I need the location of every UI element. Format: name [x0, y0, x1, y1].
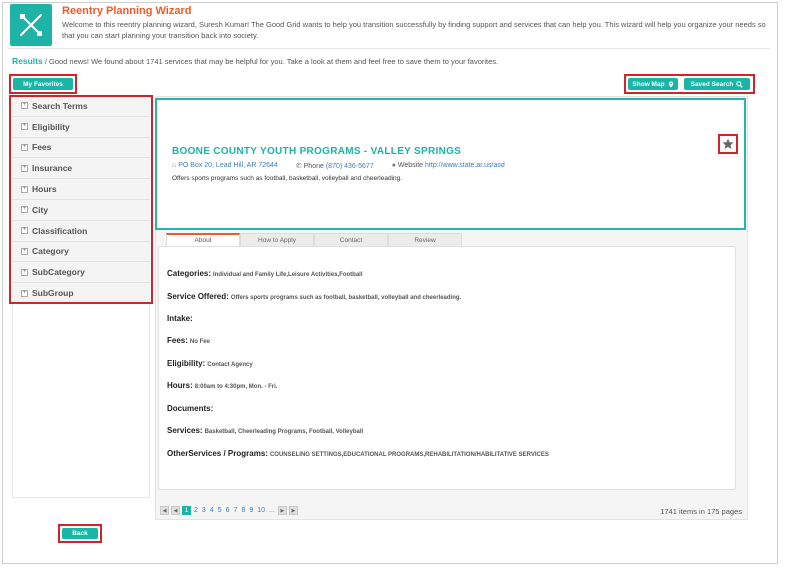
tab-how-to-apply[interactable]: How to Apply — [240, 233, 314, 246]
program-contact: ⌂ PO Box 20, Lead Hill, AR 72644 ✆ Phone… — [172, 162, 505, 170]
program-address[interactable]: PO Box 20, Lead Hill, AR 72644 — [178, 162, 278, 169]
field-value: 8:00am to 4:30pm, Mon. - Fri. — [194, 384, 278, 390]
field-label: Intake: — [167, 314, 193, 323]
intake-row: Intake: — [167, 314, 193, 323]
phone-label: Phone — [303, 163, 324, 170]
categories-row: Categories: Individual and Family Life,Le… — [167, 269, 363, 278]
program-card: BOONE COUNTY YOUTH PROGRAMS - VALLEY SPR… — [155, 98, 746, 230]
pager-info: 1741 items in 175 pages — [660, 507, 742, 516]
fees-row: Fees: No Fee — [167, 336, 210, 345]
phone-icon: ✆ — [295, 163, 302, 170]
details-panel: Categories: Individual and Family Life,Le… — [158, 246, 736, 490]
program-website[interactable]: http://www.state.ar.us/asd — [425, 162, 505, 169]
page-link[interactable]: 3 — [201, 507, 207, 514]
page-link[interactable]: 6 — [225, 507, 231, 514]
first-page-button[interactable]: ◀ — [160, 506, 169, 515]
wizard-description: Welcome to this reentry planning wizard,… — [62, 20, 766, 40]
field-value: Basketball, Cheerleading Programs, Footb… — [204, 429, 364, 435]
website-group: ● Website http://www.state.ar.us/asd — [392, 162, 505, 170]
results-label: Results — [12, 56, 43, 66]
pagination: ◀ ◀ 1 2 3 4 5 6 7 8 9 10 ... ▶ ▶ — [160, 506, 298, 515]
field-value: No Fee — [189, 339, 210, 345]
field-value: COUNSELING SETTINGS,EDUCATIONAL PROGRAMS… — [269, 452, 549, 458]
highlight-box — [58, 524, 102, 543]
program-phone[interactable]: (870) 436-5677 — [326, 163, 374, 170]
phone-group: ✆ Phone (870) 436-5677 — [296, 162, 374, 170]
field-label: Eligibility: — [167, 359, 206, 368]
home-icon: ⌂ — [172, 162, 177, 169]
other-services-row: OtherServices / Programs: COUNSELING SETT… — [167, 449, 549, 458]
field-value: Offers sports programs such as football,… — [230, 295, 462, 301]
favorite-star-button[interactable] — [718, 134, 738, 154]
hours-row: Hours: 8:00am to 4:30pm, Mon. - Fri. — [167, 381, 277, 390]
field-label: OtherServices / Programs: — [167, 449, 268, 458]
more-pages-link[interactable]: ... — [268, 507, 276, 514]
next-page-button[interactable]: ▶ — [277, 506, 287, 515]
page-link[interactable]: 2 — [193, 507, 199, 514]
page-link[interactable]: 10 — [256, 507, 266, 514]
page-link[interactable]: 8 — [240, 507, 246, 514]
globe-icon: ● — [391, 162, 396, 169]
tab-about[interactable]: About — [166, 233, 240, 246]
eligibility-row: Eligibility: Contact Agency — [167, 359, 253, 368]
results-summary: Results / Good news! We found about 1741… — [12, 56, 498, 66]
highlight-box — [9, 95, 153, 304]
header-divider — [8, 48, 770, 49]
page-link[interactable]: 9 — [248, 507, 254, 514]
tab-contact[interactable]: Contact — [314, 233, 388, 246]
field-value: Individual and Family Life,Leisure Activ… — [213, 272, 363, 278]
prev-page-button[interactable]: ◀ — [171, 506, 180, 515]
page-link[interactable]: 5 — [217, 507, 223, 514]
star-icon — [722, 138, 734, 149]
field-label: Hours: — [167, 381, 193, 390]
field-value: Contact Agency — [207, 362, 253, 368]
field-label: Services: — [167, 426, 203, 435]
app-logo — [10, 4, 52, 46]
documents-row: Documents: — [167, 404, 213, 413]
page-title: Reentry Planning Wizard — [62, 5, 192, 17]
pencil-ruler-icon — [19, 13, 43, 37]
page-link[interactable]: 7 — [233, 507, 239, 514]
address-group: ⌂ PO Box 20, Lead Hill, AR 72644 — [172, 162, 278, 170]
field-label: Service Offered: — [167, 292, 229, 301]
tab-review[interactable]: Review — [388, 233, 462, 246]
services-row: Services: Basketball, Cheerleading Progra… — [167, 426, 363, 435]
website-label: Website — [397, 162, 424, 169]
highlight-box — [624, 74, 755, 94]
field-label: Categories: — [167, 269, 212, 278]
field-label: Fees: — [167, 336, 188, 345]
service-row: Service Offered: Offers sports programs s… — [167, 292, 461, 301]
program-name[interactable]: BOONE COUNTY YOUTH PROGRAMS - VALLEY SPR… — [172, 146, 461, 157]
last-page-button[interactable]: ▶ — [288, 506, 298, 515]
detail-tabs: About How to Apply Contact Review — [166, 233, 462, 246]
results-text: / Good news! We found about 1741 service… — [44, 57, 499, 66]
current-page[interactable]: 1 — [182, 506, 191, 515]
field-label: Documents: — [167, 404, 214, 413]
program-description: Offers sports programs such as football,… — [172, 175, 403, 182]
page-link[interactable]: 4 — [209, 507, 215, 514]
highlight-box — [9, 74, 77, 94]
